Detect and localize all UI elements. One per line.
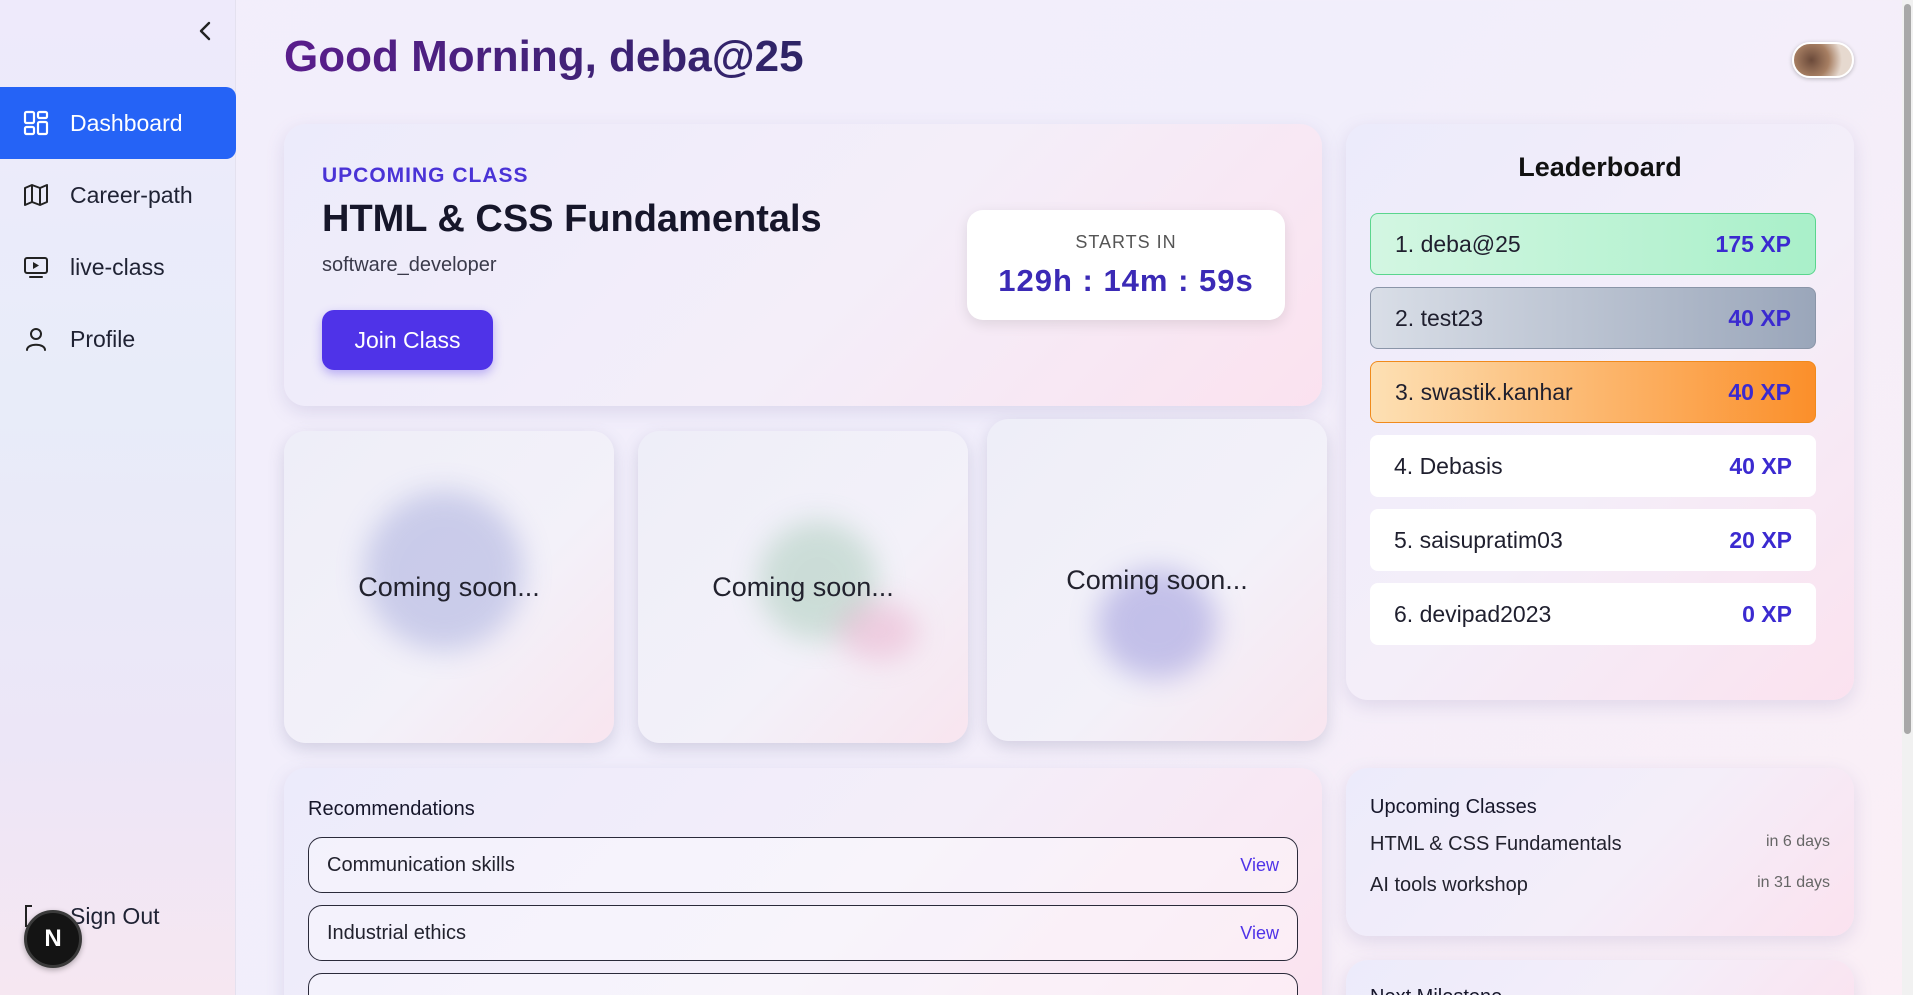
sign-out-label: Sign Out <box>70 902 160 929</box>
upcoming-class-label: UPCOMING CLASS <box>322 164 529 187</box>
user-icon <box>22 325 50 353</box>
recommendation-name: Industrial ethics <box>327 921 466 944</box>
leaderboard-title: Leaderboard <box>1518 152 1682 182</box>
countdown-value: 129h : 14m : 59s <box>998 263 1254 298</box>
recommendations-card: Recommendations Communication skills Vie… <box>284 768 1322 995</box>
leaderboard-xp: 40 XP <box>1728 378 1791 405</box>
list-item: HTML & CSS Fundamentals in 6 days <box>1370 833 1830 856</box>
avatar[interactable] <box>1792 42 1854 78</box>
upcoming-class-title: HTML & CSS Fundamentals <box>322 198 822 240</box>
chevron-left-icon <box>199 21 211 41</box>
class-when: in 6 days <box>1765 833 1830 850</box>
leaderboard-user: 3. swastik.kanhar <box>1395 378 1573 405</box>
view-link[interactable]: View <box>1240 855 1279 876</box>
scrollbar[interactable] <box>1902 0 1913 995</box>
recommendation-name: Communication skills <box>327 853 515 876</box>
leaderboard-row: 2. test23 40 XP <box>1370 287 1816 349</box>
upcoming-classes-title: Upcoming Classes <box>1370 796 1537 818</box>
list-item <box>308 973 1298 995</box>
coming-soon-text: Coming soon... <box>358 571 540 602</box>
leaderboard-user: 5. saisupratim03 <box>1394 526 1563 553</box>
upcoming-classes-card: Upcoming Classes HTML & CSS Fundamentals… <box>1346 768 1854 936</box>
recommendations-title: Recommendations <box>308 798 475 820</box>
leaderboard-card: Leaderboard 1. deba@25 175 XP 2. test23 … <box>1346 124 1854 700</box>
leaderboard-user: 4. Debasis <box>1394 452 1503 479</box>
leaderboard-xp: 175 XP <box>1715 230 1791 257</box>
sidebar-item-live-class[interactable]: live-class <box>0 231 236 303</box>
leaderboard-xp: 0 XP <box>1742 600 1792 627</box>
scrollbar-thumb[interactable] <box>1904 4 1911 734</box>
collapse-sidebar-button[interactable] <box>190 16 220 46</box>
list-item: Communication skills View <box>308 837 1298 893</box>
sidebar-item-label: Career-path <box>70 181 193 208</box>
class-name: AI tools workshop <box>1370 874 1528 896</box>
leaderboard-user: 6. devipad2023 <box>1394 600 1552 627</box>
sidebar-item-profile[interactable]: Profile <box>0 303 236 375</box>
coming-soon-text: Coming soon... <box>712 571 894 602</box>
list-item: AI tools workshop in 31 days <box>1370 874 1830 897</box>
sidebar-item-dashboard[interactable]: Dashboard <box>0 87 236 159</box>
leaderboard-xp: 20 XP <box>1729 526 1792 553</box>
sidebar-nav: Dashboard Career-path live-class Profile <box>0 87 236 375</box>
upcoming-class-card: UPCOMING CLASS HTML & CSS Fundamentals s… <box>284 124 1322 406</box>
sidebar-item-career-path[interactable]: Career-path <box>0 159 236 231</box>
sidebar-item-label: live-class <box>70 253 165 280</box>
coming-soon-card: Coming soon... <box>284 431 614 743</box>
leaderboard-list: 1. deba@25 175 XP 2. test23 40 XP 3. swa… <box>1370 213 1816 657</box>
sidebar-item-label: Profile <box>70 325 136 352</box>
join-class-button[interactable]: Join Class <box>322 310 493 370</box>
leaderboard-user: 1. deba@25 <box>1395 230 1521 257</box>
page-title: Good Morning, deba@25 <box>284 32 804 81</box>
view-link[interactable]: View <box>1240 923 1279 944</box>
coming-soon-text: Coming soon... <box>1066 564 1248 595</box>
class-when: in 31 days <box>1757 874 1830 891</box>
countdown-timer: STARTS IN 129h : 14m : 59s <box>967 210 1285 320</box>
dashboard-icon <box>22 109 50 137</box>
leaderboard-row: 4. Debasis 40 XP <box>1370 435 1816 497</box>
milestone-title: Next Milestone <box>1370 986 1830 995</box>
leaderboard-row: 1. deba@25 175 XP <box>1370 213 1816 275</box>
leaderboard-xp: 40 XP <box>1729 452 1792 479</box>
leaderboard-xp: 40 XP <box>1728 304 1791 331</box>
sidebar-item-label: Dashboard <box>70 109 183 136</box>
video-icon <box>22 253 50 281</box>
map-icon <box>22 181 50 209</box>
app-badge[interactable]: N <box>24 910 82 968</box>
leaderboard-row: 3. swastik.kanhar 40 XP <box>1370 361 1816 423</box>
coming-soon-card: Coming soon... <box>987 419 1327 741</box>
milestone-card: Next Milestone <box>1346 960 1854 995</box>
starts-in-label: STARTS IN <box>1075 232 1177 252</box>
leaderboard-user: 2. test23 <box>1395 304 1484 331</box>
sidebar: Dashboard Career-path live-class Profile… <box>0 0 236 995</box>
coming-soon-card: Coming soon... <box>638 431 968 743</box>
list-item: Industrial ethics View <box>308 905 1298 961</box>
upcoming-class-track: software_developer <box>322 254 497 276</box>
class-name: HTML & CSS Fundamentals <box>1370 833 1622 855</box>
leaderboard-row: 5. saisupratim03 20 XP <box>1370 509 1816 571</box>
leaderboard-row: 6. devipad2023 0 XP <box>1370 583 1816 645</box>
